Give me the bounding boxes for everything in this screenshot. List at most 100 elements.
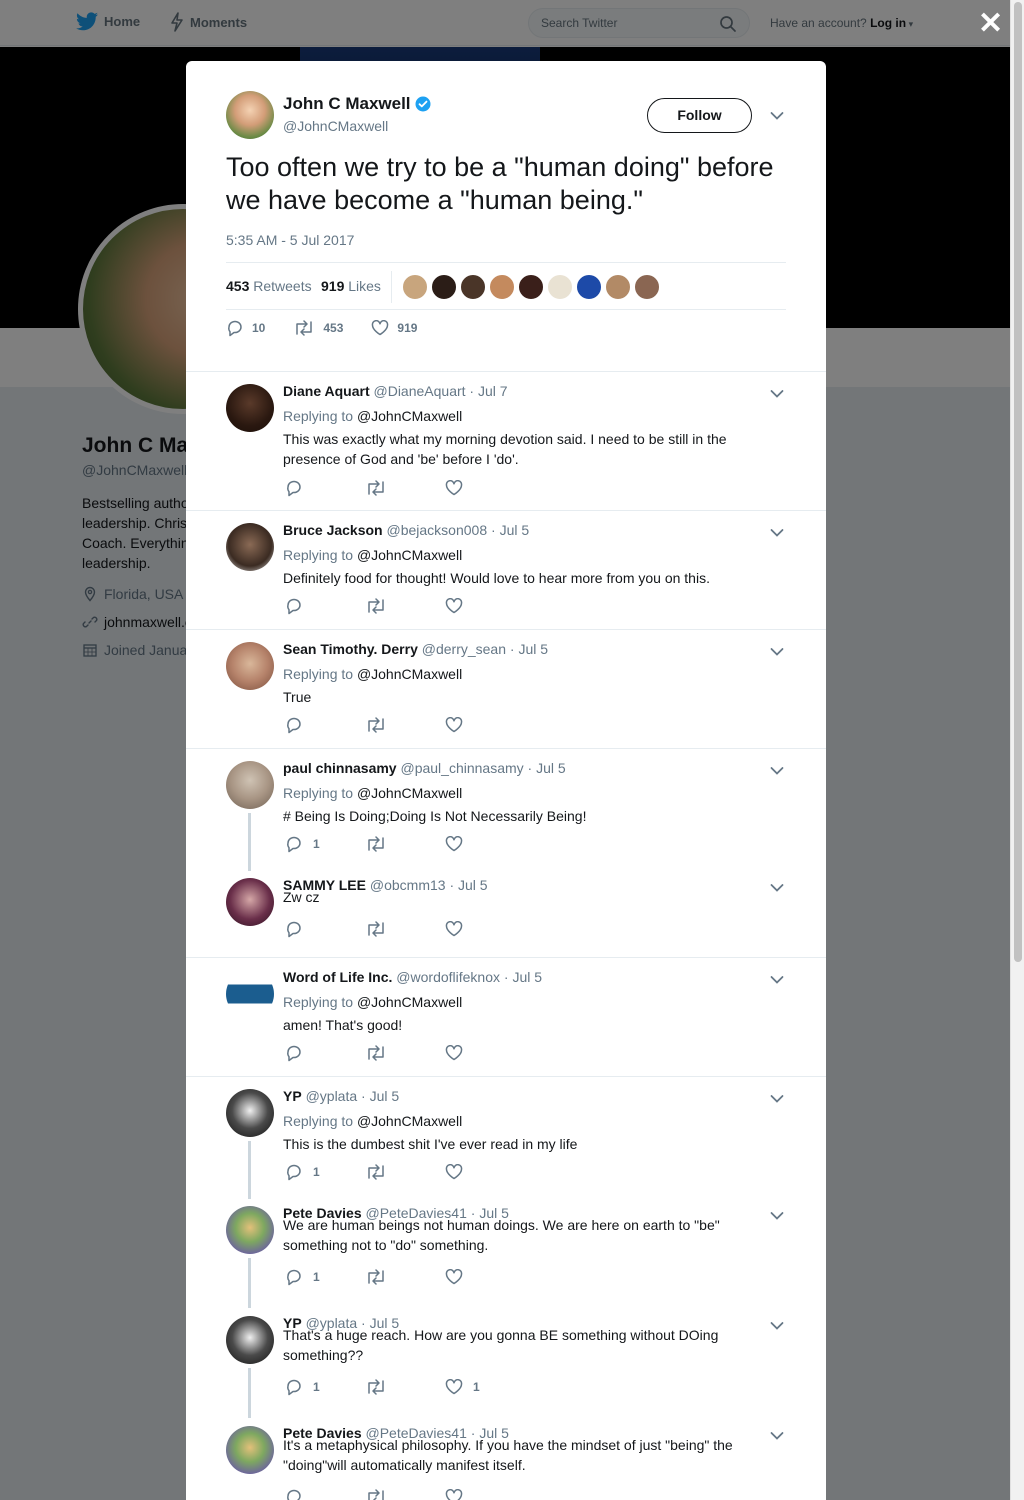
liker-avatar[interactable] [460,274,486,300]
reply-tweet[interactable]: Pete Davies @PeteDavies41 · Jul 5 It's a … [186,1414,826,1500]
chevron-down-icon[interactable] [770,975,784,985]
reply-menu[interactable] [770,644,784,662]
follow-button[interactable]: Follow [647,98,752,133]
chevron-down-icon[interactable] [770,528,784,538]
reply-action[interactable] [285,1488,365,1500]
like-action[interactable] [445,1489,525,1500]
reply-author-handle[interactable]: @bejackson008 [387,522,488,538]
reply-action[interactable] [285,920,365,938]
reply-action[interactable] [285,597,365,615]
retweet-action[interactable] [365,836,445,852]
reply-action[interactable]: 1 [285,835,365,853]
like-action[interactable] [445,717,525,733]
like-action[interactable] [445,480,525,496]
reply-menu[interactable] [770,1091,784,1109]
reply-date[interactable]: Jul 7 [478,383,508,399]
replying-to-handle[interactable]: @JohnCMaxwell [357,408,462,424]
author-name-text[interactable]: John C Maxwell [283,94,411,114]
like-action[interactable] [445,836,525,852]
reply-action[interactable] [285,1044,365,1062]
retweet-action[interactable] [365,1379,445,1395]
reply-menu[interactable] [770,525,784,543]
reply-tweet[interactable]: Bruce Jackson @bejackson008 · Jul 5 Reply… [186,510,826,629]
scrollbar[interactable] [1010,0,1024,1500]
liker-avatar[interactable] [489,274,515,300]
like-action[interactable]: 919 [371,320,417,336]
reply-author-handle[interactable]: @paul_chinnasamy [400,760,523,776]
author-avatar[interactable] [226,91,274,139]
reply-tweet[interactable]: Word of Life Inc. @wordoflifeknox · Jul … [186,957,826,1076]
reply-avatar[interactable] [226,642,274,690]
reply-action[interactable] [285,479,365,497]
reply-tweet[interactable]: YP @yplata · Jul 5 Replying to @JohnCMaxw… [186,1076,826,1199]
reply-tweet[interactable]: paul chinnasamy @paul_chinnasamy · Jul 5… [186,748,826,871]
reply-avatar[interactable] [226,1426,274,1474]
author-handle[interactable]: @JohnCMaxwell [283,118,388,134]
reply-avatar[interactable] [226,1206,274,1254]
reply-date[interactable]: Jul 5 [518,641,548,657]
reply-avatar[interactable] [226,878,274,926]
reply-action[interactable]: 1 [285,1163,365,1181]
reply-tweet[interactable]: SAMMY LEE @obcmm13 · Jul 5 Zw cz [186,866,826,957]
scrollbar-thumb[interactable] [1014,2,1022,962]
reply-author-name[interactable]: Sean Timothy. Derry [283,641,418,657]
reply-author-name[interactable]: paul chinnasamy [283,760,397,776]
reply-author-handle[interactable]: @derry_sean [422,641,506,657]
reply-action[interactable] [285,716,365,734]
reply-tweet[interactable]: YP @yplata · Jul 5 That's a huge reach. H… [186,1304,826,1418]
reply-avatar[interactable] [226,1089,274,1137]
liker-avatar[interactable] [576,274,602,300]
liker-avatar[interactable] [634,274,660,300]
reply-menu[interactable] [770,1208,784,1226]
retweet-action[interactable]: 453 [293,320,343,336]
chevron-down-icon[interactable] [770,1321,784,1331]
retweets-stat[interactable]: 453 Retweets [226,278,312,294]
like-action[interactable] [445,1164,525,1180]
liker-avatar[interactable] [518,274,544,300]
liker-avatar[interactable] [605,274,631,300]
retweet-action[interactable] [365,1045,445,1061]
replying-to-handle[interactable]: @JohnCMaxwell [357,994,462,1010]
replying-to-handle[interactable]: @JohnCMaxwell [357,547,462,563]
reply-date[interactable]: Jul 5 [536,760,566,776]
reply-avatar[interactable] [226,970,274,1018]
retweet-action[interactable] [365,598,445,614]
reply-date[interactable]: Jul 5 [512,969,542,985]
reply-menu[interactable] [770,1318,784,1336]
reply-author-name[interactable]: YP [283,1088,302,1104]
like-action[interactable] [445,598,525,614]
chevron-down-icon[interactable] [770,1211,784,1221]
replying-to-handle[interactable]: @JohnCMaxwell [357,666,462,682]
reply-author-handle[interactable]: @DianeAquart [374,383,466,399]
retweet-action[interactable] [365,717,445,733]
reply-avatar[interactable] [226,523,274,571]
like-action[interactable] [445,1269,525,1285]
reply-date[interactable]: Jul 5 [370,1088,400,1104]
replying-to-handle[interactable]: @JohnCMaxwell [357,785,462,801]
reply-menu[interactable] [770,763,784,781]
chevron-down-icon[interactable] [770,111,784,121]
reply-author-handle[interactable]: @wordoflifeknox [396,969,500,985]
replying-to-handle[interactable]: @JohnCMaxwell [357,1113,462,1129]
author-name[interactable]: John C Maxwell [283,94,431,114]
retweet-action[interactable] [365,1269,445,1285]
liker-avatar[interactable] [431,274,457,300]
reply-avatar[interactable] [226,384,274,432]
reply-author-name[interactable]: Word of Life Inc. [283,969,392,985]
chevron-down-icon[interactable] [770,389,784,399]
reply-tweet[interactable]: Diane Aquart @DianeAquart · Jul 7 Replyin… [186,371,826,510]
reply-author-name[interactable]: Diane Aquart [283,383,370,399]
chevron-down-icon[interactable] [770,766,784,776]
reply-action[interactable]: 1 [285,1378,365,1396]
close-icon[interactable]: ✕ [978,9,1003,39]
reply-author-name[interactable]: Bruce Jackson [283,522,383,538]
like-action[interactable] [445,921,525,937]
reply-menu[interactable] [770,1428,784,1446]
reply-action[interactable]: 10 [226,319,265,337]
reply-avatar[interactable] [226,761,274,809]
reply-menu[interactable] [770,880,784,898]
retweet-action[interactable] [365,1489,445,1500]
tweet-timestamp[interactable]: 5:35 AM - 5 Jul 2017 [226,232,354,248]
chevron-down-icon[interactable] [770,883,784,893]
reply-tweet[interactable]: Pete Davies @PeteDavies41 · Jul 5 We are … [186,1194,826,1308]
